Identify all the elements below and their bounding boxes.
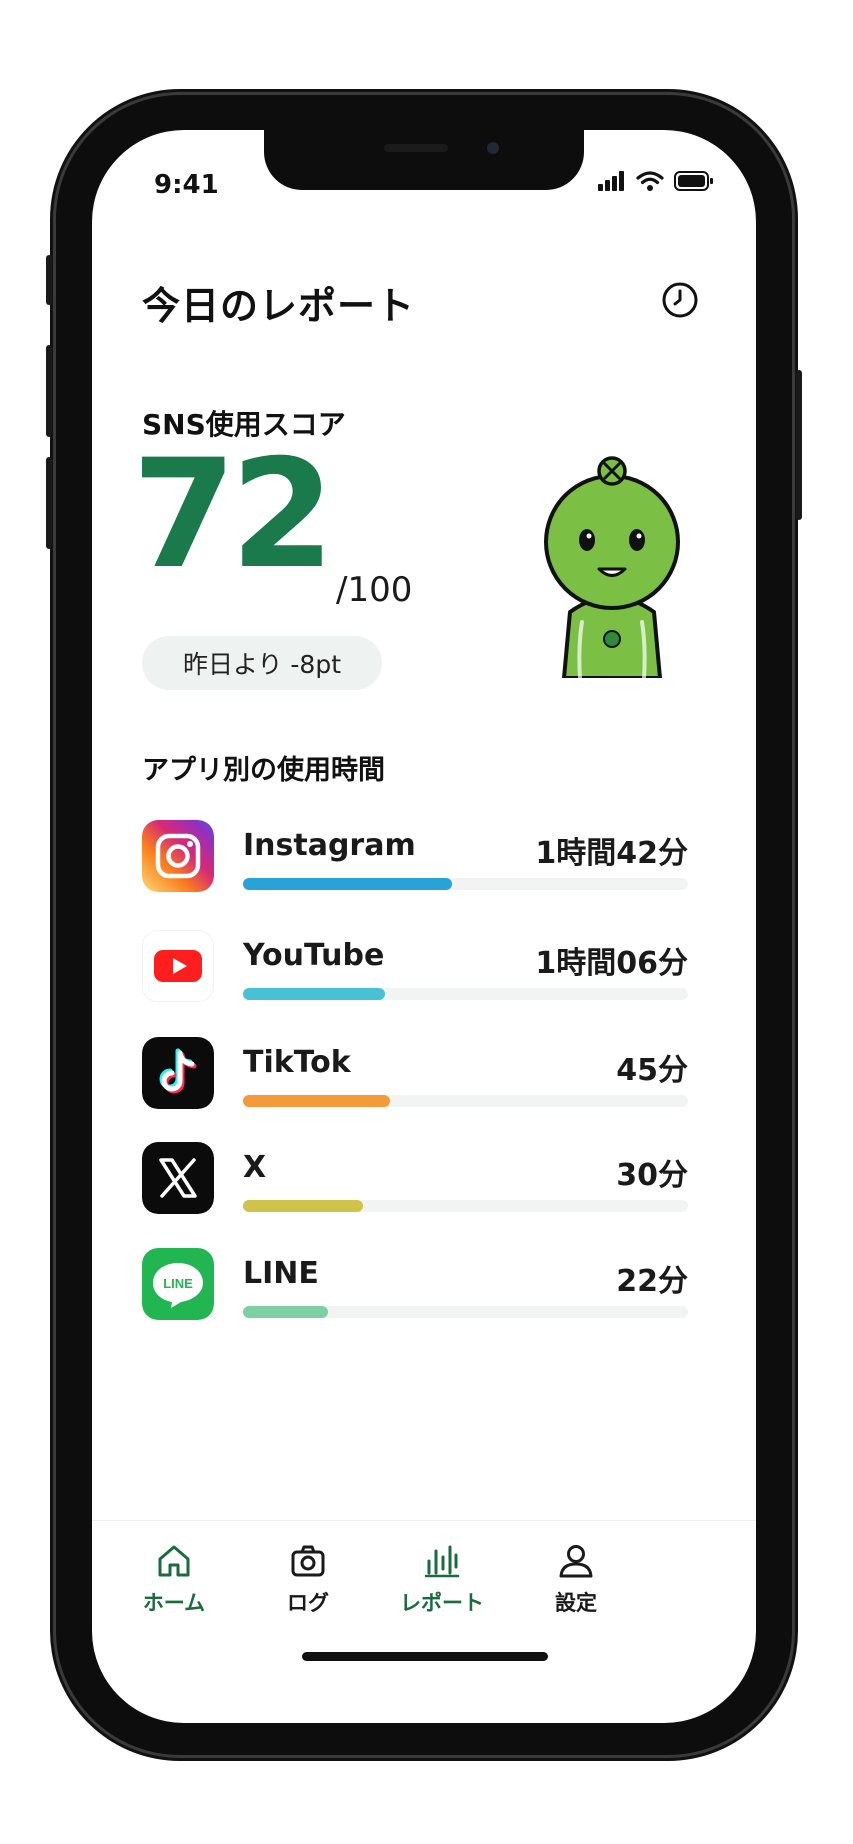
app-time: 45分 [616, 1053, 688, 1088]
wifi-icon [636, 171, 664, 191]
tab-log[interactable]: ログ [248, 1541, 368, 1617]
usage-bar-fill [243, 1200, 364, 1212]
tab-label: 設定 [555, 1591, 597, 1615]
app-name: X [243, 1150, 267, 1185]
app-row-line[interactable]: LINE LINE 22分 [142, 1248, 688, 1358]
instagram-icon [142, 820, 214, 892]
volume-up-button [46, 345, 52, 437]
battery-icon [674, 171, 713, 191]
mute-switch [46, 255, 52, 305]
score-value: 72 [132, 428, 335, 602]
tiktok-icon [142, 1037, 214, 1109]
status-icons [598, 170, 714, 192]
page-title: 今日のレポート [142, 284, 416, 328]
tab-label: レポート [400, 1591, 484, 1615]
app-name: YouTube [243, 938, 385, 973]
usage-bar-fill [243, 1306, 328, 1318]
report-icon [424, 1545, 460, 1578]
section-title: アプリ別の使用時間 [142, 755, 385, 786]
x-icon [142, 1142, 214, 1214]
usage-bar-fill [243, 1095, 390, 1107]
mascot-character [544, 456, 680, 678]
app-row-tiktok[interactable]: TikTok 45分 [142, 1037, 688, 1147]
usage-bar-fill [243, 878, 453, 890]
app-time: 1時間06分 [535, 946, 688, 981]
app-time: 30分 [616, 1158, 688, 1193]
notch [264, 130, 584, 190]
history-clock-icon[interactable] [661, 281, 699, 319]
app-screen: 9:41 今日のレポート SNS使用スコア 72 /100 昨日より -8pt [92, 130, 756, 1723]
camera-icon [291, 1545, 325, 1577]
bottom-tab-bar: ホーム ログ レポート 設定 [92, 1520, 756, 1641]
app-time: 22分 [616, 1264, 688, 1299]
tab-home[interactable]: ホーム [114, 1541, 234, 1617]
score-max: /100 [336, 570, 413, 610]
signal-icon [598, 171, 624, 191]
tab-report[interactable]: レポート [382, 1541, 502, 1617]
app-row-youtube[interactable]: YouTube 1時間06分 [142, 930, 688, 1040]
tab-label: ホーム [142, 1591, 206, 1615]
usage-bar-track [243, 1200, 688, 1212]
home-indicator [302, 1652, 548, 1661]
app-row-x[interactable]: X 30分 [142, 1142, 688, 1252]
tab-settings[interactable]: 設定 [516, 1541, 636, 1617]
app-name: LINE [243, 1256, 319, 1291]
line-icon: LINE [142, 1248, 214, 1320]
person-icon [559, 1545, 593, 1578]
youtube-icon [142, 930, 214, 1002]
usage-bar-track [243, 878, 688, 890]
tab-label: ログ [287, 1591, 329, 1615]
status-time: 9:41 [154, 170, 219, 200]
usage-bar-fill [243, 988, 386, 1000]
speaker [384, 144, 448, 152]
app-name: Instagram [243, 828, 416, 863]
volume-down-button [46, 457, 52, 549]
power-button [796, 370, 802, 520]
app-row-instagram[interactable]: Instagram 1時間42分 [142, 820, 688, 930]
app-name: TikTok [243, 1045, 351, 1080]
score-delta-badge: 昨日より -8pt [142, 636, 382, 690]
usage-bar-track [243, 988, 688, 1000]
svg-text:LINE: LINE [163, 1276, 193, 1291]
home-icon [158, 1545, 190, 1577]
score-delta-text: 昨日より -8pt [182, 650, 342, 679]
usage-bar-track [243, 1095, 688, 1107]
front-camera [487, 142, 499, 154]
app-time: 1時間42分 [535, 836, 688, 871]
usage-bar-track [243, 1306, 688, 1318]
